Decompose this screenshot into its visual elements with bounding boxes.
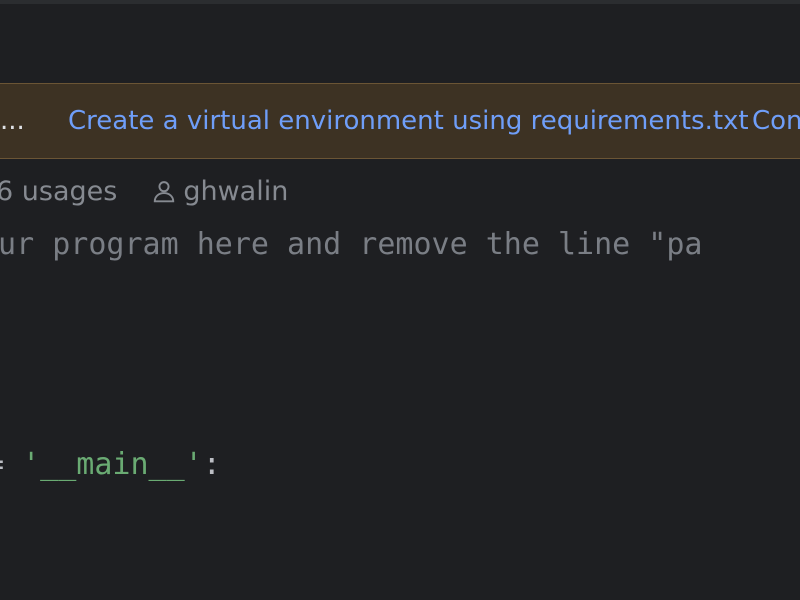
notification-banner: ... Create a virtual environment using r…	[0, 83, 800, 159]
editor-tab-area	[0, 4, 800, 83]
main-string-literal: '__main__'	[22, 447, 203, 482]
comparison-operator: =	[0, 447, 22, 482]
create-venv-link[interactable]: Create a virtual environment using requi…	[68, 106, 749, 136]
author-hint[interactable]: ghwalin	[151, 176, 288, 207]
code-editor[interactable]: 6 usages ghwalin our program here and re…	[0, 159, 800, 600]
comment-line: our program here and remove the line "pa	[0, 227, 703, 262]
person-icon	[154, 181, 175, 203]
author-name: ghwalin	[183, 175, 289, 207]
banner-secondary-link[interactable]: Con	[752, 106, 800, 136]
inlay-hints: 6 usages ghwalin	[0, 173, 288, 209]
usages-hint[interactable]: 6 usages	[0, 176, 117, 207]
colon: :	[202, 447, 221, 482]
banner-truncated-text: ...	[0, 106, 25, 136]
main-check-line: = '__main__':	[0, 443, 221, 487]
